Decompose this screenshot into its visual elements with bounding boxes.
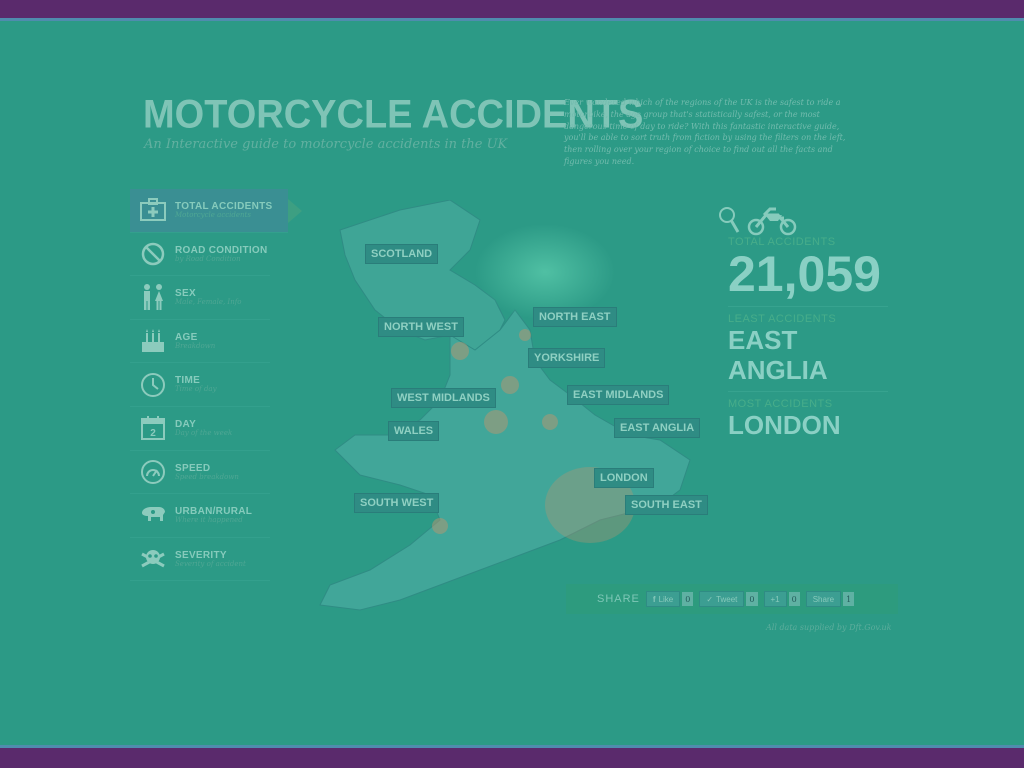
filter-sublabel: Male, Female, Info: [175, 298, 242, 307]
filter-sublabel: Motorcycle accidents: [175, 210, 251, 219]
filter-label: ROAD CONDITION: [175, 244, 268, 256]
region-label-london[interactable]: LONDON: [594, 468, 654, 488]
first-aid-icon: [137, 194, 169, 226]
filter-sublabel: Breakdown: [175, 341, 216, 350]
region-label-east-midlands[interactable]: EAST MIDLANDS: [567, 385, 670, 405]
stat-total-accidents: TOTAL ACCIDENTS 21,059: [728, 236, 888, 307]
motorcycle-icon: [747, 207, 797, 236]
map-marker-north-west: [451, 342, 469, 360]
share-button-label: +1: [770, 594, 780, 604]
map-landmass-england-wales: [319, 309, 691, 611]
filter-time[interactable]: TIME Time of day: [130, 363, 270, 407]
speedometer-icon: [137, 456, 169, 488]
stats-panel: TOTAL ACCIDENTS 21,059 LEAST ACCIDENTS E…: [719, 206, 888, 452]
filter-sublabel: Time of day: [175, 385, 217, 394]
map-light-glow: [475, 224, 615, 320]
torn-paper-edge-top: [0, 0, 1024, 21]
region-label-east-anglia[interactable]: EAST ANGLIA: [614, 418, 701, 438]
credit-prefix: All data supplied by: [766, 623, 850, 632]
stat-total-value: 21,059: [728, 246, 881, 302]
stat-label: MOST ACCIDENTS: [728, 398, 833, 410]
share-count: 0: [746, 592, 758, 606]
twitter-icon: ✓: [706, 594, 714, 604]
map-marker-south-west: [432, 518, 448, 534]
filter-sublabel: Where it happened: [175, 516, 243, 525]
filter-total-accidents[interactable]: TOTAL ACCIDENTS Motorcycle accidents: [130, 189, 302, 233]
magnifier-icon: [719, 207, 740, 233]
page-subtitle: An Interactive guide to motorcycle accid…: [144, 137, 508, 152]
data-credit: All data supplied by Dft.Gov.uk: [766, 623, 892, 632]
share-count: 0: [788, 592, 800, 606]
share-button-label: Like: [658, 594, 674, 604]
region-label-south-east[interactable]: SOUTH EAST: [625, 495, 708, 515]
region-label-yorkshire[interactable]: YORKSHIRE: [528, 348, 606, 368]
share-label: SHARE: [597, 593, 640, 605]
no-entry-icon: [137, 238, 169, 270]
region-label-south-west[interactable]: SOUTH WEST: [354, 493, 440, 513]
share-button-label: Tweet: [716, 594, 738, 604]
stat-label: LEAST ACCIDENTS: [728, 313, 837, 325]
filter-sublabel: Speed breakdown: [175, 472, 239, 481]
filter-speed[interactable]: SPEED Speed breakdown: [130, 451, 270, 495]
torn-paper-edge-bottom: [0, 745, 1024, 768]
filter-severity[interactable]: SEVERITY Severity of accident: [130, 538, 270, 582]
filter-sublabel: by Road Condition: [175, 254, 241, 263]
svg-text:2: 2: [150, 428, 156, 439]
filter-list: TOTAL ACCIDENTS Motorcycle accidents ROA…: [130, 189, 302, 582]
facebook-like-button[interactable]: f Like: [645, 591, 681, 607]
share-count: 0: [682, 592, 694, 606]
map-marker-east-midlands: [542, 414, 558, 430]
male-female-icon: [137, 281, 169, 313]
facebook-icon: f: [652, 594, 656, 604]
filter-label: SPEED: [175, 462, 211, 474]
map-marker-yorkshire: [501, 376, 519, 394]
share-button-label: Share: [812, 594, 835, 604]
clock-icon: [137, 369, 169, 401]
stat-most-accidents: MOST ACCIDENTS LONDON: [728, 398, 888, 446]
stat-most-value: LONDON: [728, 410, 841, 440]
map-marker-north-east: [519, 329, 531, 341]
uk-map-shape: [319, 200, 691, 611]
region-label-north-east[interactable]: NORTH EAST: [533, 307, 617, 327]
region-label-scotland[interactable]: SCOTLAND: [365, 244, 439, 264]
filter-age[interactable]: AGE Breakdown: [130, 320, 270, 364]
uk-map: SCOTLAND NORTH WEST NORTH EAST YORKSHIRE…: [300, 200, 720, 620]
calendar-icon: 2: [137, 412, 169, 444]
tweet-button[interactable]: ✓ Tweet: [699, 591, 745, 607]
intro-paragraph: Ever wondered which of the regions of th…: [564, 98, 846, 166]
stat-least-accidents: LEAST ACCIDENTS EAST ANGLIA: [728, 313, 888, 392]
region-label-wales[interactable]: WALES: [388, 421, 440, 441]
filter-road-condition[interactable]: ROAD CONDITION by Road Condition: [130, 233, 270, 277]
filter-sublabel: Severity of accident: [175, 559, 246, 568]
share-bar: SHARE f Like 0 ✓ Tweet 0 +1 0 Share 1: [566, 584, 898, 614]
filter-day[interactable]: 2 DAY Day of the week: [130, 407, 270, 451]
stat-least-value: EAST ANGLIA: [728, 325, 828, 385]
filter-sublabel: Day of the week: [175, 428, 233, 437]
skull-crossbones-icon: [137, 543, 169, 575]
cow-icon: [137, 499, 169, 531]
filter-sex[interactable]: SEX Male, Female, Info: [130, 276, 270, 320]
region-label-west-midlands[interactable]: WEST MIDLANDS: [391, 388, 496, 408]
map-marker-west-midlands: [484, 410, 508, 434]
filter-urban-rural[interactable]: URBAN/RURAL Where it happened: [130, 494, 270, 538]
share-count: 1: [843, 592, 855, 606]
linkedin-share-button[interactable]: Share: [805, 591, 842, 607]
google-plus-one-button[interactable]: +1: [763, 591, 787, 607]
credit-link[interactable]: Dft.Gov.uk: [849, 623, 891, 632]
birthday-cake-icon: [137, 325, 169, 357]
region-label-north-west[interactable]: NORTH WEST: [378, 317, 464, 337]
stats-icons: [719, 206, 888, 236]
